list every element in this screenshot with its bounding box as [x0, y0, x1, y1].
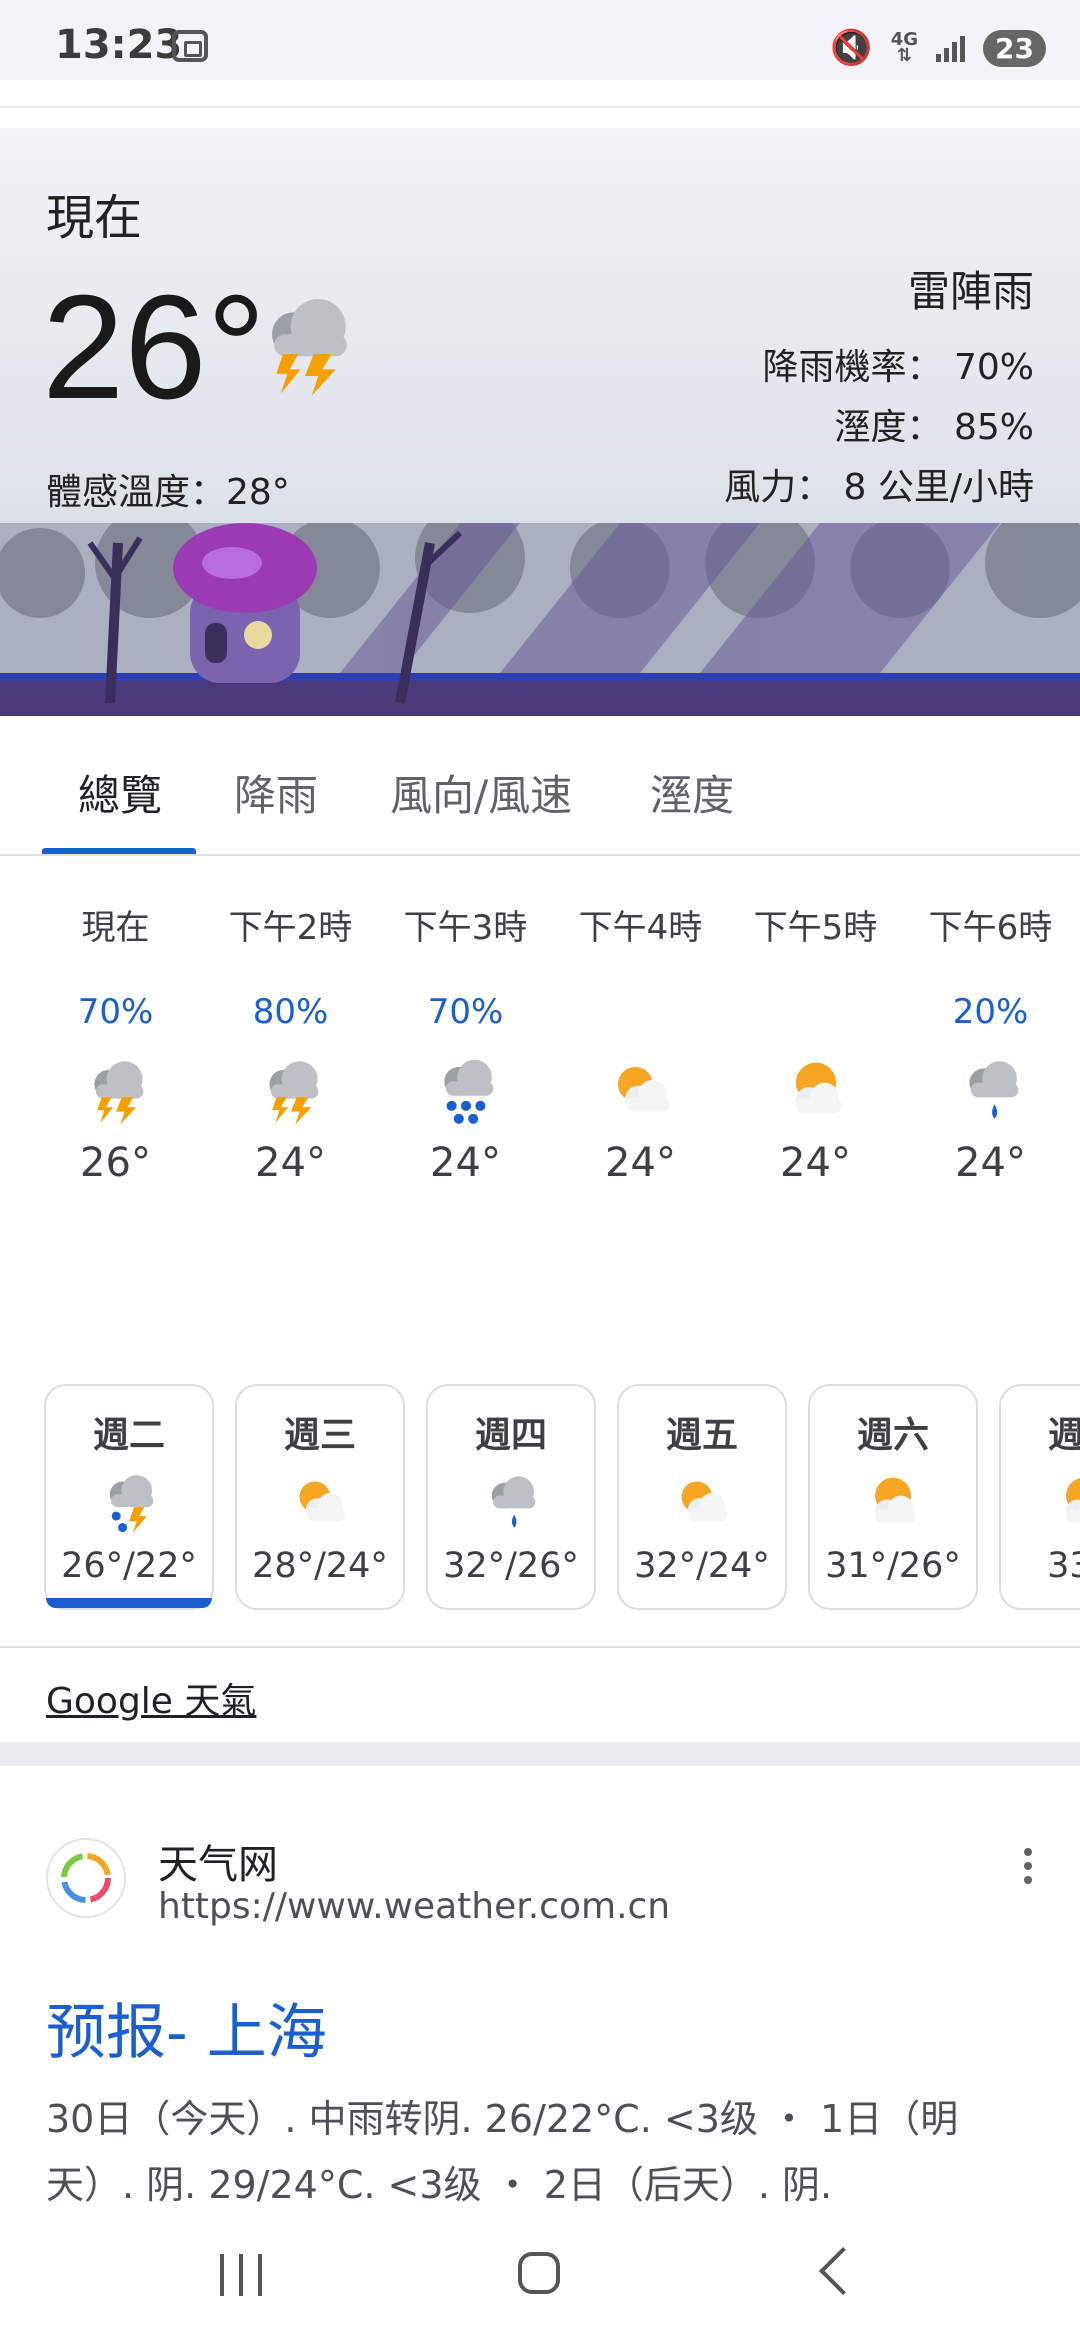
- hour-precip: 70%: [427, 992, 504, 1032]
- google-weather-link[interactable]: Google 天氣: [46, 1672, 256, 1724]
- partly-cloudy-icon: [875, 1477, 917, 1523]
- status-icons: 🔇 4G ⇅ 23: [830, 26, 1046, 70]
- hour-temp: 24°: [780, 1140, 851, 1186]
- system-nav-bar: [0, 2218, 1080, 2340]
- tab-wind[interactable]: 風向/風速: [390, 762, 572, 823]
- condition-text: 雷陣雨: [907, 267, 1034, 316]
- humidity: 溼度： 85%: [834, 407, 1034, 448]
- hour-time: 下午4時: [578, 908, 703, 948]
- light-rain-icon: [491, 1476, 536, 1528]
- storm-scene-illustration: [0, 523, 1080, 716]
- hourly-forecast: 現在 70% 26° 下午2時 80% 24° 下午3時 70% 24° 下午4…: [0, 900, 1080, 1260]
- current-temperature: 26°: [42, 265, 266, 430]
- partly-cloudy-icon: [795, 1062, 842, 1114]
- hour-item: 下午5時 24°: [728, 900, 903, 1186]
- feels-like: 體感溫度：28°: [46, 472, 290, 513]
- daily-forecast: 週二 26°/22° 週三 28°/24° 週四 32°/26° 週五 32°/…: [0, 1380, 1080, 1616]
- hour-item: 下午4時 24°: [553, 900, 728, 1186]
- partly-cloudy-icon: [299, 1481, 346, 1522]
- hour-precip: 20%: [952, 992, 1029, 1032]
- current-weather-panel: 現在 26° 體感溫度：28° 雷陣雨 降雨機率： 70% 溼度： 85% 風力…: [0, 128, 1080, 716]
- day-temps: 28°/24°: [252, 1546, 388, 1586]
- hour-item: 下午2時 80% 24°: [203, 900, 378, 1186]
- day-card[interactable]: 週五 32°/24°: [617, 1384, 787, 1610]
- status-bar: 13:23 🔇 4G ⇅ 23: [0, 0, 1080, 80]
- heavy-rain-icon: [443, 1059, 493, 1124]
- result-title-link[interactable]: 预报- 上海: [46, 1984, 327, 2071]
- hour-time: 下午5時: [753, 908, 878, 948]
- thunderstorm-icon: [93, 1061, 143, 1125]
- thunderstorm-rain-icon: [109, 1475, 154, 1533]
- hour-time: 現在: [81, 908, 150, 948]
- day-card[interactable]: 週四 32°/26°: [426, 1384, 596, 1610]
- divider: [0, 1646, 1080, 1648]
- day-name: 週六: [856, 1415, 929, 1456]
- hour-time: 下午3時: [403, 908, 528, 948]
- partly-cloudy-icon: [617, 1066, 670, 1112]
- mute-icon: 🔇: [830, 28, 873, 68]
- thunderstorm-icon: [268, 1061, 318, 1125]
- hour-time: 下午6時: [928, 908, 1053, 948]
- top-strip: [0, 80, 1080, 108]
- recent-apps-button[interactable]: [220, 2254, 262, 2296]
- hour-temp: 24°: [430, 1140, 501, 1186]
- hour-temp: 24°: [955, 1140, 1026, 1186]
- partly-cloudy-icon: [681, 1481, 728, 1522]
- more-options-icon[interactable]: [1022, 1848, 1034, 1888]
- tab-precipitation[interactable]: 降雨: [234, 762, 318, 823]
- hour-item: 下午3時 70% 24°: [378, 900, 553, 1186]
- hour-temp: 24°: [605, 1140, 676, 1186]
- result-snippet: 30日（今天）. 中雨转阴. 26/22°C. <3级 ・ 1日（明天）. 阴.…: [46, 2097, 959, 2207]
- signal-icon: [936, 34, 966, 62]
- back-button[interactable]: [818, 2246, 868, 2296]
- result-url[interactable]: https://www.weather.com.cn: [158, 1886, 670, 1927]
- thunderstorm-icon: [272, 299, 347, 396]
- now-label: 現在: [46, 190, 143, 246]
- day-name: 週二: [92, 1415, 165, 1456]
- day-temps: 31°/26°: [825, 1546, 961, 1586]
- site-favicon: [46, 1838, 126, 1918]
- day-temps: 32°/26°: [443, 1546, 579, 1586]
- active-tab-indicator: [42, 848, 196, 854]
- network-type: 4G ⇅: [890, 29, 919, 66]
- status-time: 13:23: [55, 22, 183, 68]
- partly-cloudy-icon: [1066, 1478, 1080, 1523]
- hour-precip: [728, 992, 903, 1036]
- light-rain-icon: [968, 1061, 1018, 1119]
- day-temps: 33°/: [1047, 1546, 1080, 1586]
- day-name: 週五: [665, 1415, 738, 1456]
- hour-precip: 70%: [77, 992, 154, 1032]
- day-card[interactable]: 週六 31°/26°: [808, 1384, 978, 1610]
- screenshot-icon: [172, 30, 208, 62]
- tab-overview[interactable]: 總覽: [78, 762, 162, 823]
- hour-item: 現在 70% 26°: [28, 900, 203, 1186]
- day-temps: 26°/22°: [61, 1546, 197, 1586]
- day-name: 週日: [1047, 1415, 1080, 1456]
- hour-precip: [553, 992, 728, 1036]
- result-site-name: 天气网: [158, 1842, 278, 1888]
- home-button[interactable]: [518, 2252, 560, 2294]
- precip-chance: 降雨機率： 70%: [762, 347, 1034, 388]
- battery-badge: 23: [983, 29, 1046, 67]
- day-card[interactable]: 週日 33°/: [999, 1384, 1080, 1610]
- section-divider: [0, 1742, 1080, 1766]
- tab-humidity[interactable]: 溼度: [650, 762, 734, 823]
- wind: 風力： 8 公里/小時: [724, 467, 1034, 508]
- day-card[interactable]: 週三 28°/24°: [235, 1384, 405, 1610]
- hour-temp: 24°: [255, 1140, 326, 1186]
- selected-day-indicator: [46, 1598, 212, 1608]
- hour-precip: 80%: [252, 992, 329, 1032]
- day-card[interactable]: 週二 26°/22°: [44, 1384, 214, 1610]
- hour-time: 下午2時: [228, 908, 353, 948]
- day-name: 週四: [474, 1415, 547, 1456]
- day-temps: 32°/24°: [634, 1546, 770, 1586]
- weather-tabs: 總覽 降雨 風向/風速 溼度: [0, 716, 1080, 856]
- hour-temp: 26°: [80, 1140, 151, 1186]
- day-name: 週三: [283, 1415, 356, 1456]
- hour-item: 下午6時 20% 24°: [903, 900, 1078, 1186]
